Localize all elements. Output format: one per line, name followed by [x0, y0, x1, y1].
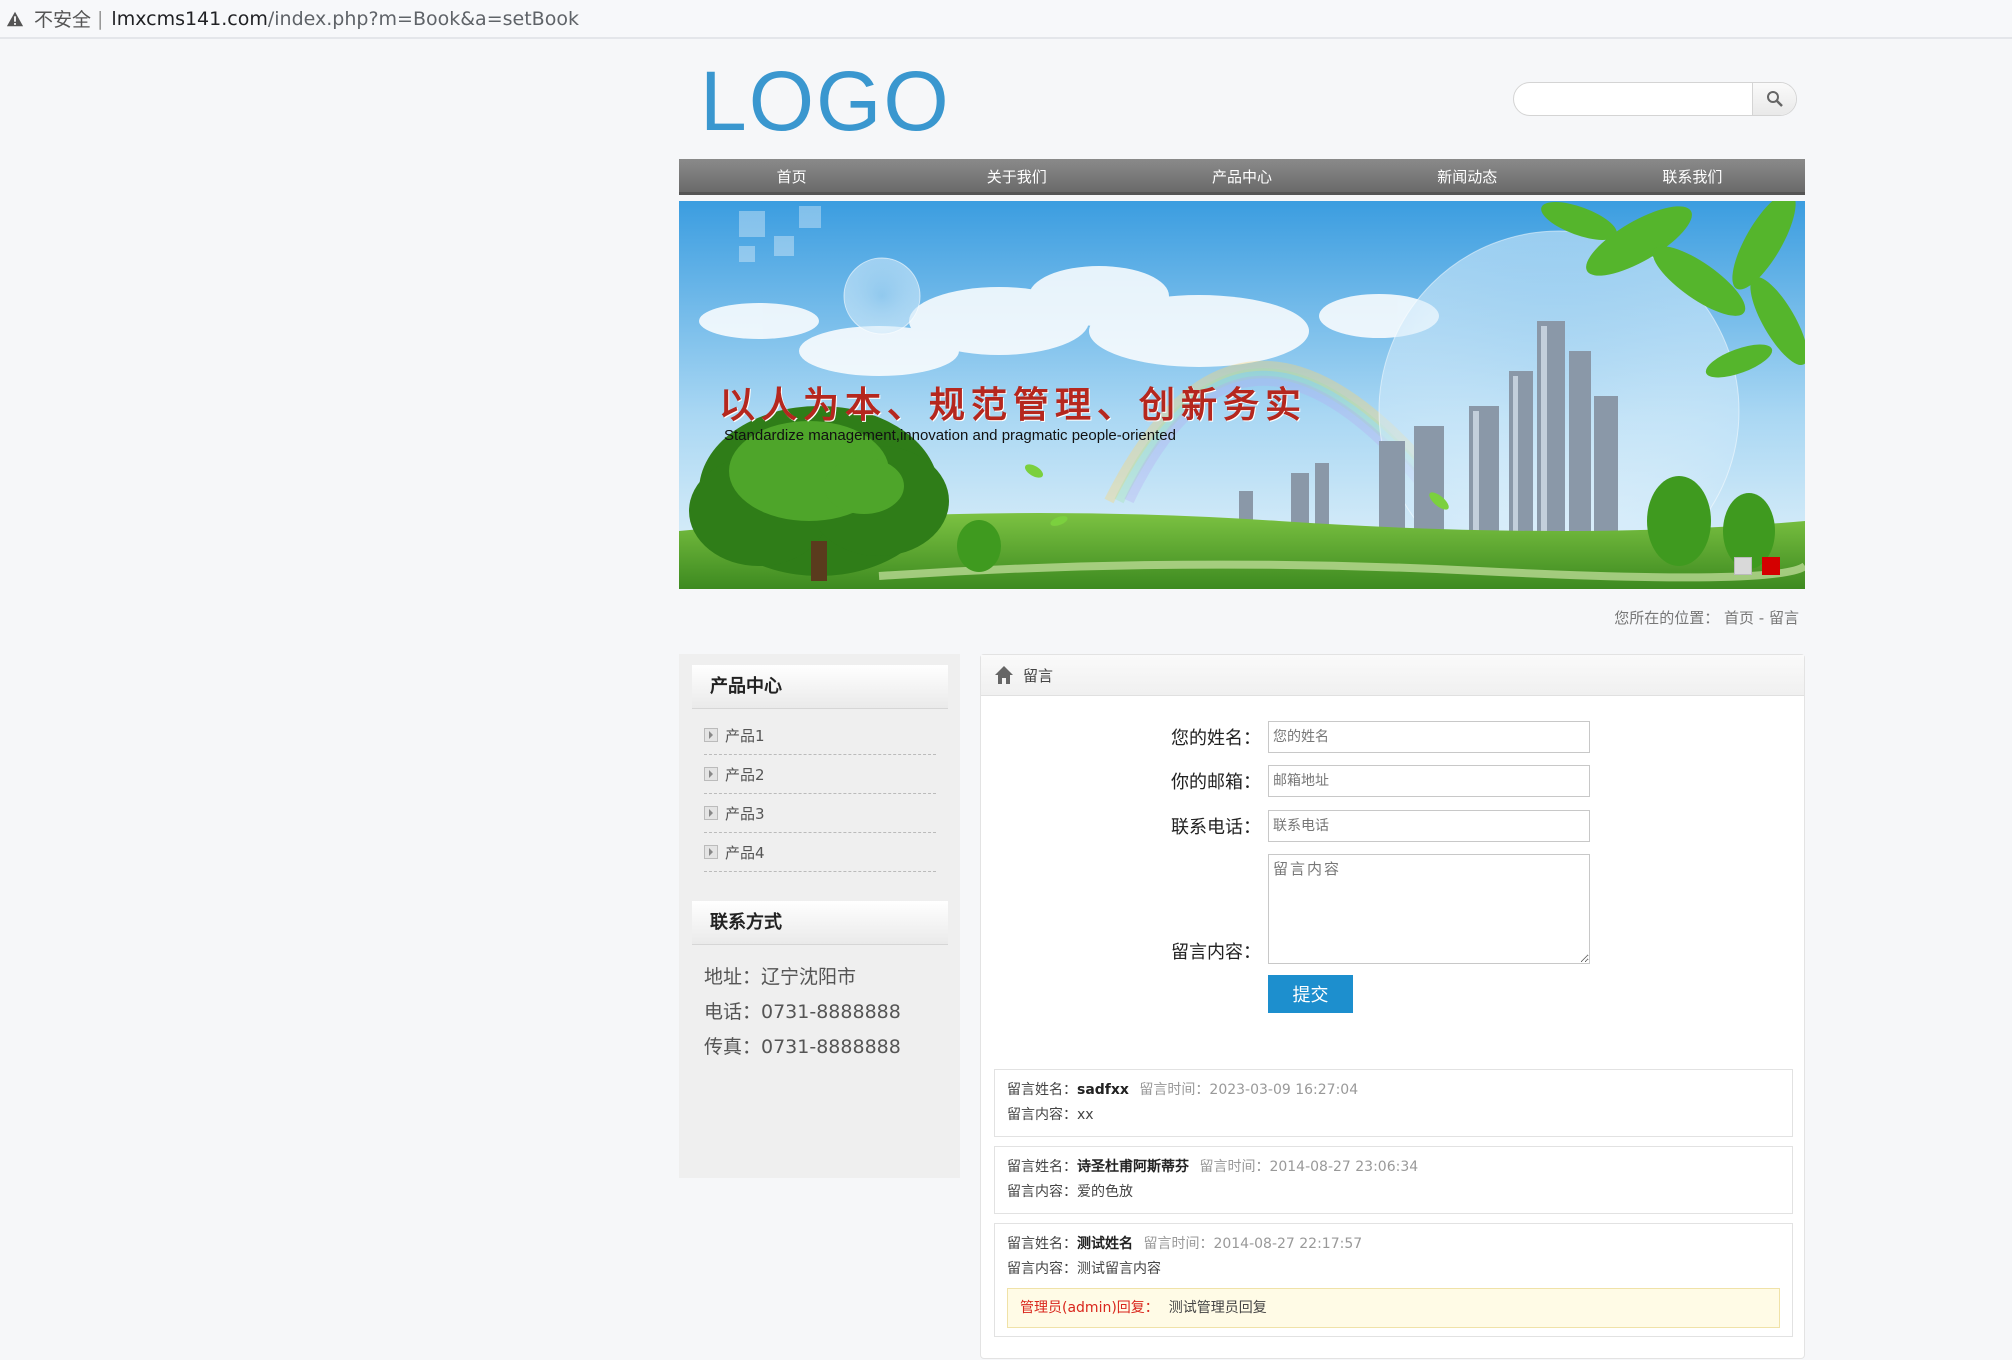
- message-content: xx: [1077, 1107, 1094, 1123]
- search-input[interactable]: [1520, 85, 1746, 113]
- message-name: sadfxx: [1077, 1082, 1129, 1098]
- admin-reply-label: 管理员(admin)回复：: [1020, 1300, 1159, 1316]
- search-button[interactable]: [1752, 83, 1796, 115]
- name-row: 您的姓名：: [1165, 721, 1590, 753]
- main-nav: 首页 关于我们 产品中心 新闻动态 联系我们: [679, 159, 1805, 195]
- contact-fax: 传真：0731-8888888: [704, 1036, 901, 1058]
- nav-item-about[interactable]: 关于我们: [904, 159, 1129, 192]
- admin-reply: 管理员(admin)回复： 测试管理员回复: [1007, 1288, 1780, 1328]
- products-title: 产品中心: [692, 665, 948, 709]
- message-content-label: 留言内容：: [1007, 1184, 1077, 1200]
- message-item: 留言姓名：sadfxx 留言时间：2023-03-09 16:27:04 留言内…: [994, 1069, 1793, 1137]
- message-time: 2023-03-09 16:27:04: [1209, 1082, 1359, 1098]
- message-time-label: 留言时间：: [1143, 1236, 1214, 1252]
- url-path: /index.php?m=Book&a=setBook: [267, 7, 579, 30]
- message-meta: 留言姓名：测试姓名 留言时间：2014-08-27 22:17:57: [1007, 1232, 1780, 1257]
- contact-title: 联系方式: [692, 901, 948, 945]
- message-meta: 留言姓名：诗圣杜甫阿斯蒂芬 留言时间：2014-08-27 23:06:34: [1007, 1155, 1780, 1180]
- product-link-4[interactable]: 产品4: [704, 833, 936, 872]
- search-icon: [1766, 91, 1783, 107]
- message-content: 爱的色放: [1077, 1184, 1133, 1200]
- message-content-label: 留言内容：: [1007, 1107, 1077, 1123]
- message-meta: 留言姓名：sadfxx 留言时间：2023-03-09 16:27:04: [1007, 1078, 1780, 1103]
- arrow-right-icon: [704, 728, 718, 742]
- message-name: 测试姓名: [1077, 1236, 1133, 1252]
- panel-title: 留言: [1023, 666, 1054, 685]
- panel-header: 留言: [981, 655, 1804, 696]
- phone-input[interactable]: [1268, 810, 1590, 842]
- search-box: [1513, 82, 1797, 116]
- message-body: 留言内容：爱的色放: [1007, 1180, 1780, 1205]
- product-label: 产品1: [725, 726, 765, 745]
- guestbook-panel: 留言 您的姓名： 你的邮箱： 联系电话： 留言内容： 提交 留言姓: [980, 654, 1805, 1359]
- phone-label: 联系电话：: [1171, 817, 1261, 838]
- banner-dot-2-active[interactable]: [1762, 557, 1780, 575]
- content-row: 留言内容：: [1165, 854, 1590, 964]
- sidebar: 产品中心 产品1 产品2 产品3 产品4 联系方式 地址：辽宁沈阳市 电话：07…: [679, 654, 960, 1178]
- breadcrumb-separator: -: [1758, 609, 1765, 627]
- message-time: 2014-08-27 23:06:34: [1269, 1159, 1419, 1175]
- nav-item-products[interactable]: 产品中心: [1129, 159, 1354, 192]
- site-logo[interactable]: LOGO: [700, 59, 951, 143]
- product-link-3[interactable]: 产品3: [704, 794, 936, 833]
- breadcrumb: 您所在的位置： 首页 - 留言: [1614, 607, 1799, 628]
- email-row: 你的邮箱：: [1165, 765, 1590, 797]
- browser-address-bar[interactable]: 不安全 | lmxcms141.com/index.php?m=Book&a=s…: [0, 0, 2012, 39]
- product-label: 产品2: [725, 765, 765, 784]
- message-name: 诗圣杜甫阿斯蒂芬: [1077, 1159, 1189, 1175]
- nav-item-news[interactable]: 新闻动态: [1355, 159, 1580, 192]
- banner-slider[interactable]: 以人为本、规范管理、创新务实 Standardize management,in…: [679, 201, 1805, 589]
- message-time: 2014-08-27 22:17:57: [1213, 1236, 1363, 1252]
- banner-dot-1[interactable]: [1734, 557, 1752, 575]
- contact-info: 地址：辽宁沈阳市 电话：0731-8888888 传真：0731-8888888: [704, 960, 901, 1065]
- content-textarea[interactable]: [1268, 854, 1590, 964]
- breadcrumb-prefix: 您所在的位置：: [1614, 609, 1720, 627]
- message-item: 留言姓名：诗圣杜甫阿斯蒂芬 留言时间：2014-08-27 23:06:34 留…: [994, 1146, 1793, 1214]
- arrow-right-icon: [704, 806, 718, 820]
- message-item: 留言姓名：测试姓名 留言时间：2014-08-27 22:17:57 留言内容：…: [994, 1223, 1793, 1337]
- product-label: 产品3: [725, 804, 765, 823]
- message-body: 留言内容：测试留言内容: [1007, 1257, 1780, 1282]
- content-label: 留言内容：: [1171, 942, 1261, 963]
- phone-row: 联系电话：: [1165, 810, 1590, 842]
- breadcrumb-current[interactable]: 留言: [1769, 609, 1799, 627]
- warning-icon: [6, 11, 24, 26]
- banner-slogan: 以人为本、规范管理、创新务实: [719, 384, 1308, 426]
- admin-reply-text: 测试管理员回复: [1168, 1300, 1267, 1316]
- arrow-right-icon: [704, 767, 718, 781]
- email-label: 你的邮箱：: [1171, 772, 1261, 793]
- message-content: 测试留言内容: [1077, 1261, 1161, 1277]
- email-input[interactable]: [1268, 765, 1590, 797]
- nav-item-contact[interactable]: 联系我们: [1580, 159, 1805, 192]
- name-label: 您的姓名：: [1171, 728, 1261, 749]
- nav-item-home[interactable]: 首页: [679, 159, 904, 192]
- url-domain: lmxcms141.com: [111, 7, 268, 30]
- home-icon: [995, 666, 1013, 684]
- message-name-label: 留言姓名：: [1007, 1236, 1077, 1252]
- address-separator: |: [97, 7, 104, 30]
- banner-subslogan: Standardize management,innovation and pr…: [724, 427, 1176, 444]
- submit-button[interactable]: 提交: [1268, 975, 1353, 1013]
- message-time-label: 留言时间：: [1199, 1159, 1270, 1175]
- product-link-1[interactable]: 产品1: [704, 716, 936, 755]
- product-link-2[interactable]: 产品2: [704, 755, 936, 794]
- message-name-label: 留言姓名：: [1007, 1159, 1077, 1175]
- insecure-label: 不安全: [34, 9, 92, 31]
- contact-phone: 电话：0731-8888888: [704, 1001, 901, 1023]
- name-input[interactable]: [1268, 721, 1590, 753]
- contact-address: 地址：辽宁沈阳市: [704, 966, 857, 988]
- message-name-label: 留言姓名：: [1007, 1082, 1077, 1098]
- message-time-label: 留言时间：: [1139, 1082, 1210, 1098]
- product-list: 产品1 产品2 产品3 产品4: [704, 716, 936, 872]
- message-body: 留言内容：xx: [1007, 1103, 1780, 1128]
- arrow-right-icon: [704, 845, 718, 859]
- breadcrumb-home-link[interactable]: 首页: [1724, 609, 1754, 627]
- product-label: 产品4: [725, 843, 765, 862]
- message-content-label: 留言内容：: [1007, 1261, 1077, 1277]
